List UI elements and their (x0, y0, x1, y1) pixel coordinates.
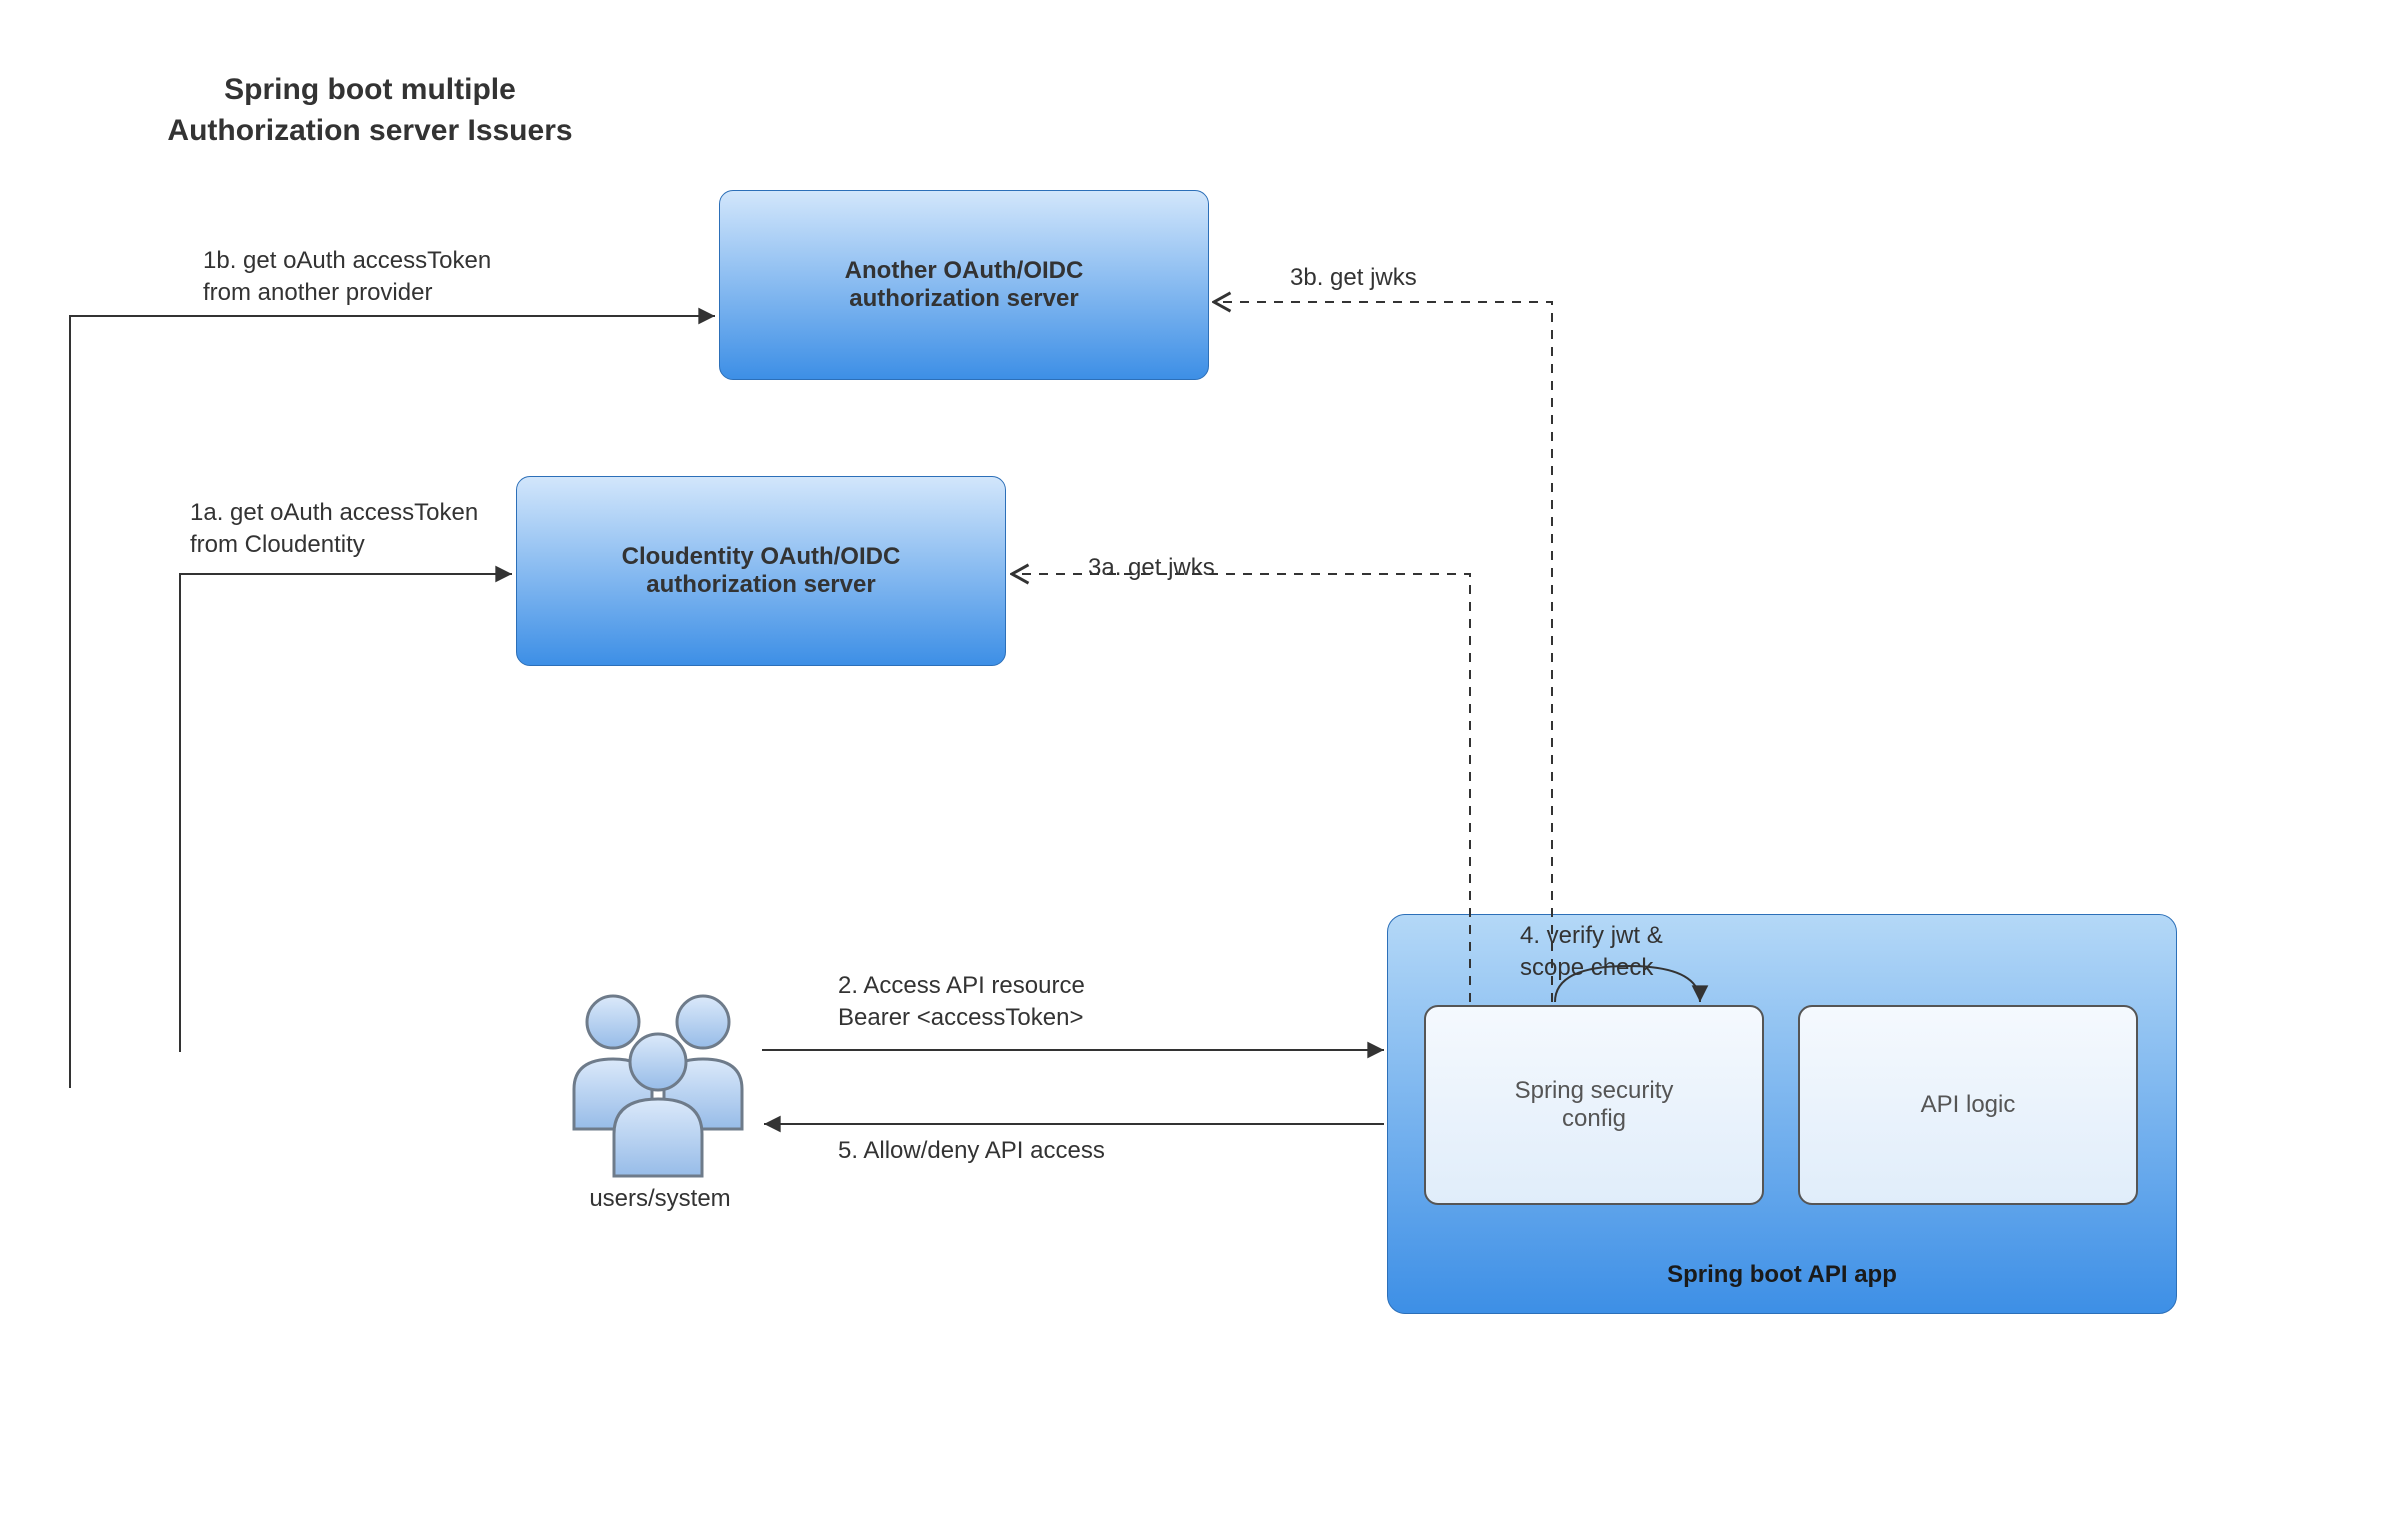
edge-1b-line (70, 316, 715, 1088)
edge-4-line (1555, 966, 1700, 1002)
diagram-canvas: Spring boot multiple Authorization serve… (0, 0, 2387, 1532)
arrows-layer (0, 0, 2387, 1532)
edge-3b-line (1214, 302, 1552, 1002)
edge-1a-line (180, 574, 512, 1052)
edge-3a-line (1012, 574, 1470, 1002)
